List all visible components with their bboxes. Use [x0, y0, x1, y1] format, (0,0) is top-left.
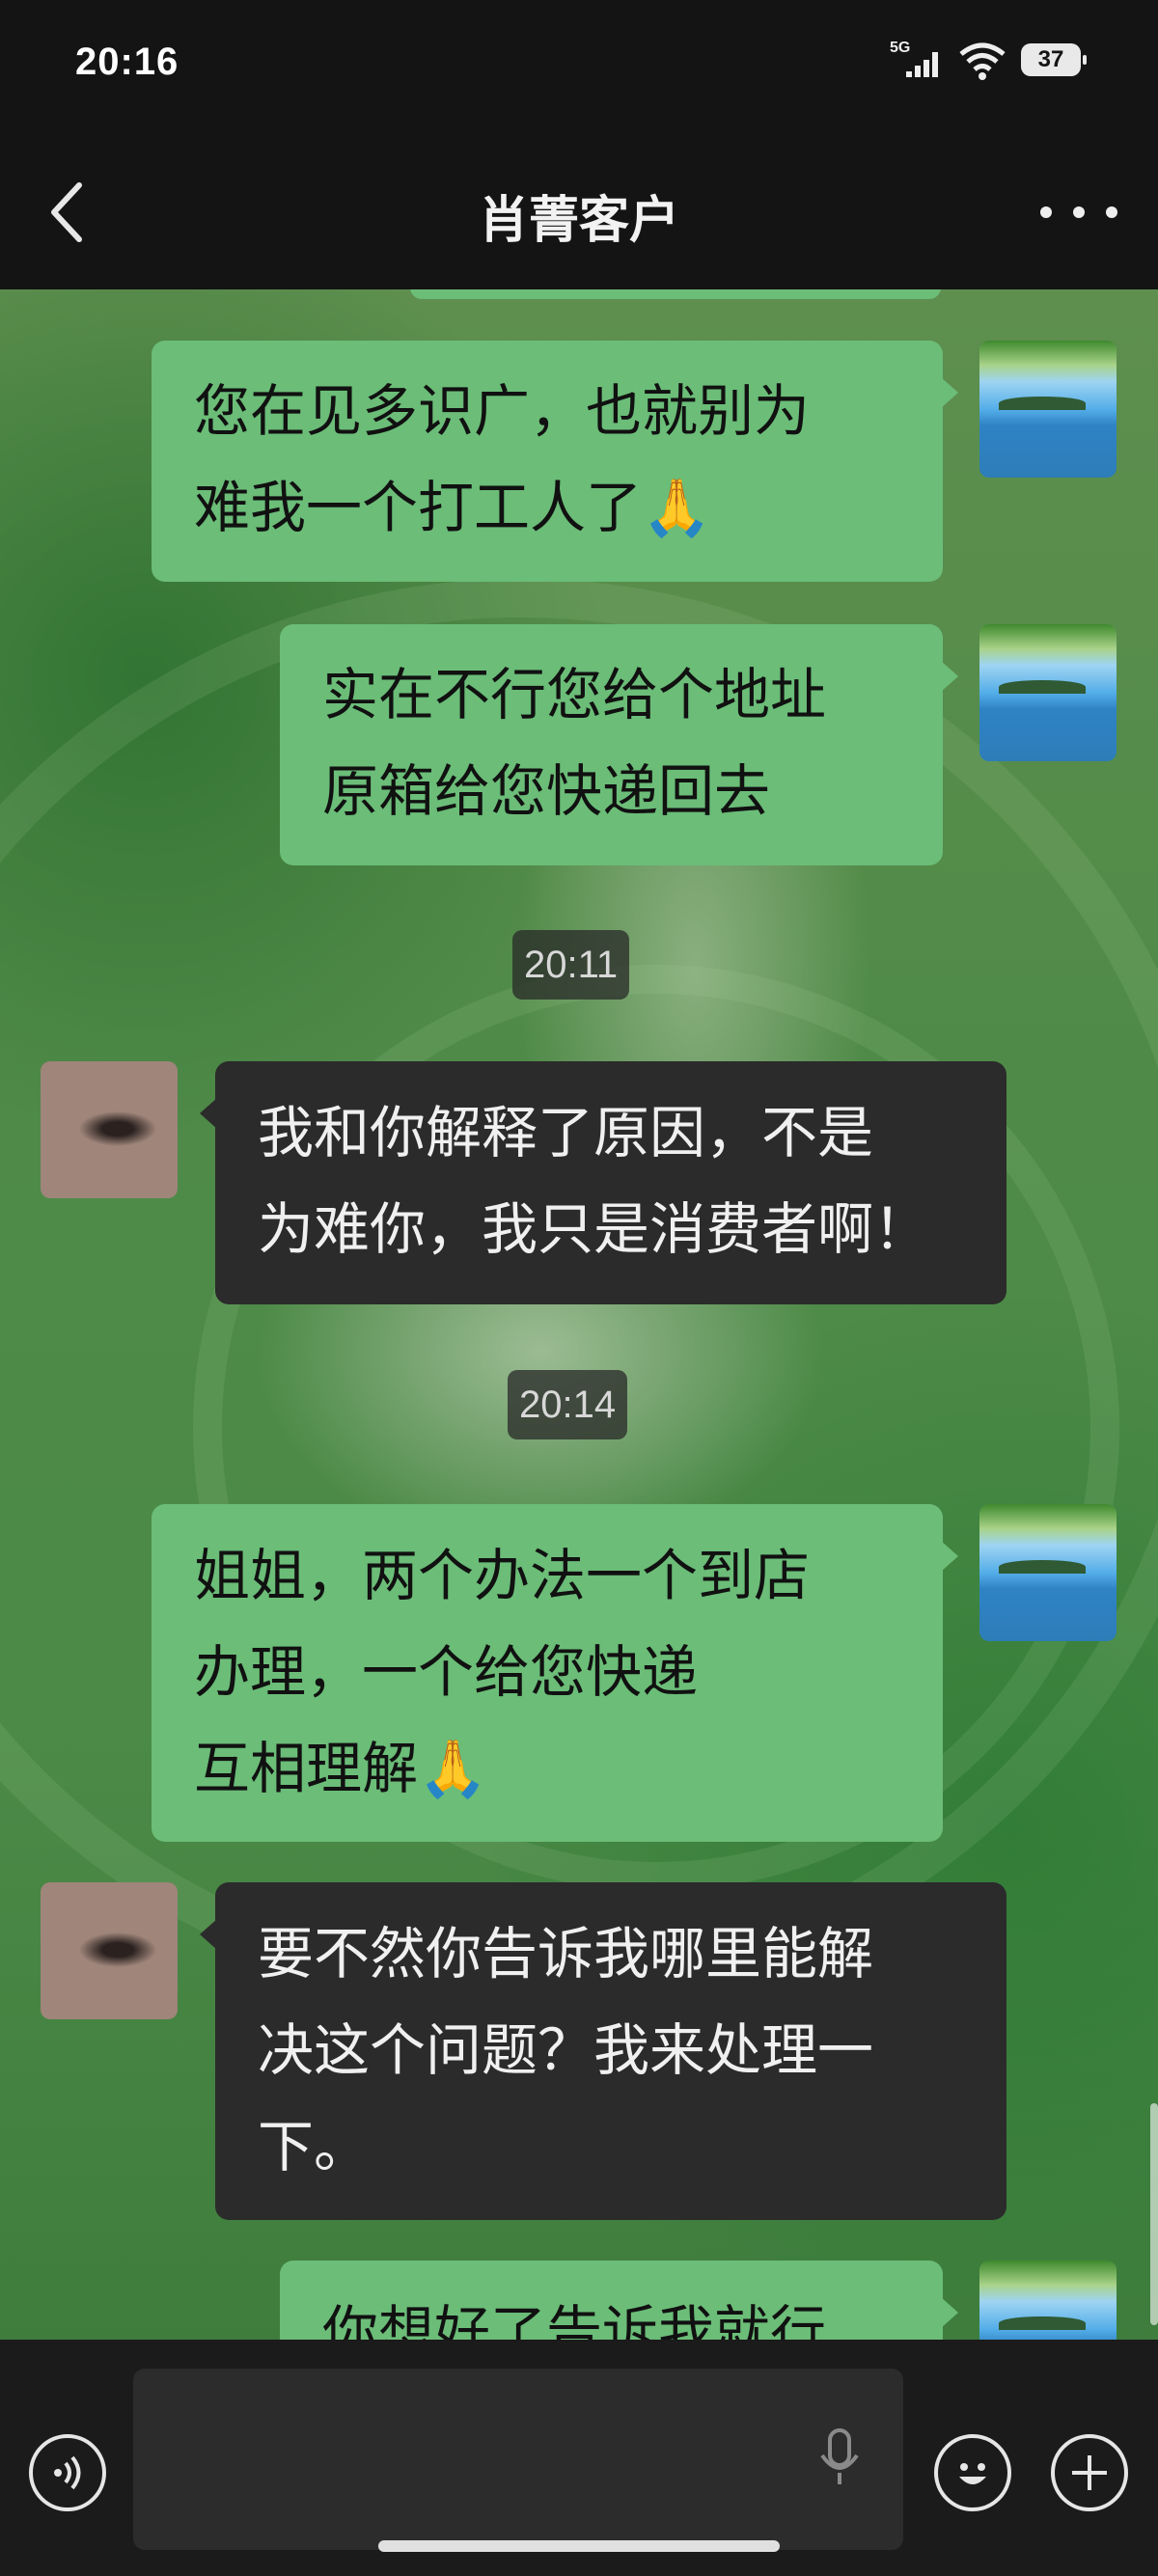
previous-bubble-edge [410, 289, 941, 299]
status-icons: 5G 37 [890, 39, 1087, 81]
voice-toggle-button[interactable] [29, 2434, 106, 2511]
message-bubble-sent[interactable]: 实在不行您给个地址 原箱给您快递回去 [280, 624, 958, 865]
contact-avatar[interactable] [41, 1061, 178, 1198]
status-bar: 20:16 5G 37 [0, 0, 1158, 135]
network-label: 5G [890, 40, 910, 56]
message-bubble-sent[interactable]: 姐姐，两个办法一个到店 办理，一个给您快递 互相理解🙏 [152, 1504, 958, 1842]
status-time: 20:16 [75, 41, 179, 83]
battery-indicator: 37 [1021, 43, 1087, 76]
message-bubble-sent[interactable]: 您在见多识广，也就别为 难我一个打工人了🙏 [152, 341, 958, 582]
chat-title: 肖菁客户 [478, 192, 679, 250]
microphone-icon [820, 2428, 859, 2484]
message-timestamp: 20:14 [508, 1370, 628, 1439]
emoji-icon [959, 2463, 986, 2484]
message-timestamp: 20:11 [512, 930, 630, 1000]
emoji-button[interactable] [934, 2434, 1011, 2511]
more-dots-icon [1040, 206, 1052, 218]
message-bubble-received[interactable]: 我和你解释了原因，不是 为难你，我只是消费者啊！ [200, 1061, 1006, 1304]
more-options-button[interactable] [1040, 183, 1117, 241]
voice-icon [54, 2455, 81, 2490]
contact-avatar[interactable] [41, 1882, 178, 2019]
more-functions-button[interactable] [1051, 2434, 1128, 2511]
chat-area[interactable]: 您在见多识广，也就别为 难我一个打工人了🙏 实在不行您给个地址 原箱给您快递回去… [0, 289, 1158, 2340]
chat-scrollbar[interactable] [1150, 2103, 1158, 2325]
my-avatar[interactable] [979, 1504, 1117, 1641]
my-avatar[interactable] [979, 2261, 1117, 2340]
message-bubble-sent[interactable]: 你想好了告诉我就行 [280, 2261, 958, 2340]
my-avatar[interactable] [979, 341, 1117, 478]
my-avatar[interactable] [979, 624, 1117, 761]
microphone-button[interactable] [818, 2426, 861, 2492]
cellular-signal-icon: 5G [890, 40, 938, 77]
home-indicator[interactable] [378, 2540, 780, 2552]
message-input[interactable] [133, 2369, 903, 2550]
chat-header: 肖菁客户 [0, 135, 1158, 289]
wifi-icon [959, 42, 1006, 80]
message-bubble-received[interactable]: 要不然你告诉我哪里能解 决这个问题？我来处理一 下。 [200, 1882, 1006, 2220]
plus-icon [1072, 2455, 1107, 2490]
